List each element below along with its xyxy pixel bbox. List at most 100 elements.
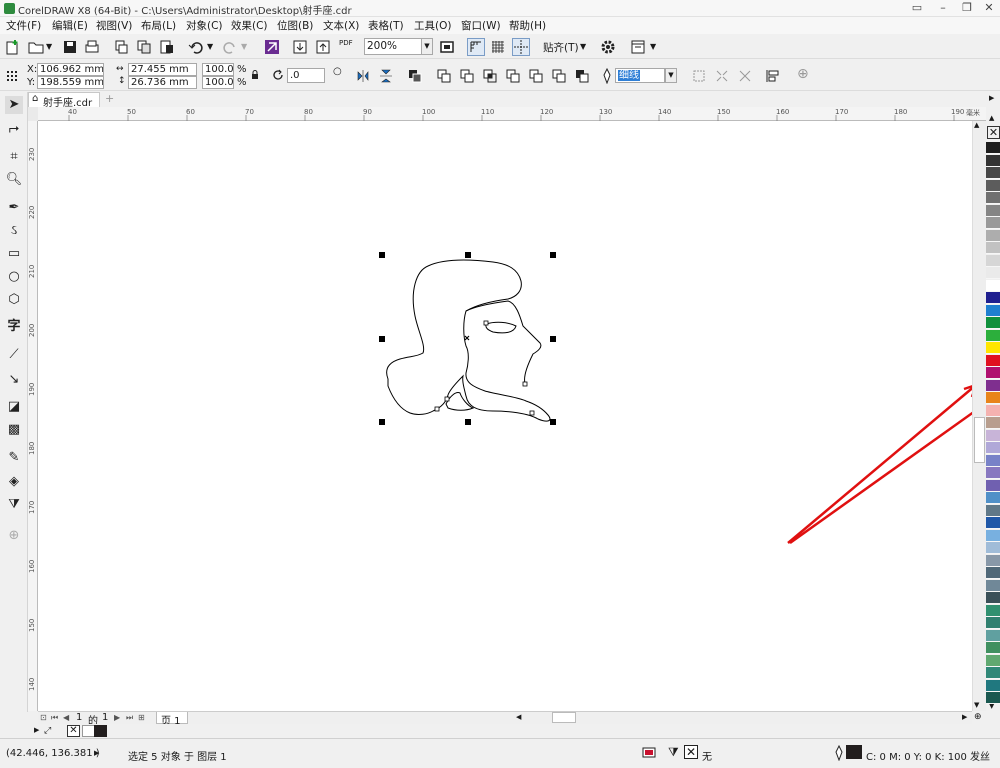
color-proofing-icon[interactable] (642, 747, 656, 759)
add-tool-icon[interactable]: ⊕ (5, 527, 23, 545)
eyedropper-icon[interactable]: ⤢ (44, 726, 51, 736)
menu-file[interactable]: 文件(F) (6, 18, 41, 33)
menu-window[interactable]: 窗口(W) (461, 18, 501, 33)
show-guidelines-icon[interactable] (512, 38, 530, 56)
palette-swatch[interactable] (986, 554, 1000, 567)
previous-page-icon[interactable]: ◀ (63, 713, 69, 722)
connector-tool-icon[interactable]: ↘ (5, 371, 23, 389)
back-minus-front-icon[interactable] (551, 68, 567, 84)
palette-swatch[interactable] (986, 279, 1000, 292)
save-icon[interactable] (62, 39, 78, 55)
page-tab[interactable]: 页 1 (156, 712, 188, 727)
palette-swatch[interactable] (986, 667, 1000, 679)
new-document-icon[interactable] (5, 39, 21, 55)
menu-object[interactable]: 对象(C) (186, 18, 223, 33)
document-tab[interactable]: ⌂ 射手座.cdr (28, 92, 100, 109)
redo-dropdown-chevron-icon[interactable]: ▼ (241, 42, 247, 51)
export-icon[interactable] (315, 39, 331, 55)
palette-swatch[interactable] (986, 142, 1000, 154)
menu-bitmaps[interactable]: 位图(B) (277, 18, 313, 33)
palette-swatch[interactable] (986, 167, 1000, 179)
transparency-tool-icon[interactable]: ▩ (5, 421, 23, 439)
scale-y-field[interactable]: 100.0 (202, 76, 234, 89)
selection-handle-top-right[interactable] (550, 252, 556, 258)
break-apart-icon[interactable] (714, 68, 730, 84)
align-distribute-icon[interactable] (765, 68, 781, 84)
no-color-swatch-icon[interactable]: ✕ (987, 126, 1000, 139)
polygon-tool-icon[interactable]: ⬡ (5, 291, 23, 309)
menu-tools[interactable]: 工具(O) (414, 18, 451, 33)
palette-swatch[interactable] (986, 367, 1000, 379)
palette-swatch[interactable] (986, 292, 1000, 304)
x-position-field[interactable]: 106.962 mm (37, 63, 104, 76)
object-origin-icon[interactable] (5, 69, 19, 83)
menu-text[interactable]: 文本(X) (323, 18, 359, 33)
add-page-icon[interactable]: ⊞ (138, 713, 145, 722)
horizontal-ruler[interactable]: 40 50 60 70 80 90 100 110 120 130 140 15… (38, 107, 988, 121)
palette-swatch[interactable] (986, 529, 1000, 542)
launcher-dropdown-chevron-icon[interactable]: ▼ (650, 42, 656, 51)
scale-x-field[interactable]: 100.0 (202, 63, 234, 76)
go-to-first-page-icon[interactable]: ⏮ (51, 713, 58, 723)
close-icon[interactable]: ✕ (980, 1, 998, 15)
parallel-dimension-tool-icon[interactable]: ⟋ (5, 346, 23, 364)
palette-swatch[interactable] (986, 229, 1000, 242)
undo-icon[interactable] (188, 39, 204, 55)
crop-tool-icon[interactable]: ⌗ (5, 148, 23, 166)
palette-swatch[interactable] (986, 254, 1000, 267)
snap-dropdown-chevron-icon[interactable]: ▼ (580, 42, 586, 51)
simplify-icon[interactable] (505, 68, 521, 84)
create-boundary-icon[interactable] (574, 68, 590, 84)
menu-layout[interactable]: 布局(L) (141, 18, 176, 33)
redo-icon[interactable] (222, 39, 238, 55)
palette-swatch[interactable] (986, 692, 1000, 704)
show-rulers-icon[interactable] (467, 38, 485, 56)
palette-swatch[interactable] (986, 329, 1000, 342)
zoom-level-field[interactable]: 200% (364, 38, 422, 55)
palette-swatch[interactable] (986, 604, 1000, 617)
palette-scroll-up-icon[interactable]: ▲ (989, 114, 994, 122)
front-minus-back-icon[interactable] (528, 68, 544, 84)
shape-tool-icon[interactable]: ⮣ (5, 120, 23, 138)
palette-swatch[interactable] (986, 217, 1000, 229)
palette-swatch[interactable] (986, 467, 1000, 479)
palette-flyout-arrow-icon[interactable]: ▶ (989, 94, 994, 102)
full-screen-preview-icon[interactable] (439, 39, 455, 55)
palette-swatch[interactable] (986, 304, 1000, 317)
text-wrap-icon[interactable] (691, 68, 707, 84)
palette-swatch[interactable] (986, 517, 1000, 529)
no-color-swatch-icon[interactable]: ✕ (67, 725, 80, 737)
restore-down-icon[interactable]: ▭ (908, 1, 926, 15)
selection-handle-left[interactable] (379, 336, 385, 342)
outline-color-swatch[interactable] (846, 745, 862, 759)
next-page-icon[interactable]: ▶ (114, 713, 120, 722)
selection-handle-top[interactable] (465, 252, 471, 258)
intersect-icon[interactable] (482, 68, 498, 84)
selection-handle-bottom[interactable] (465, 419, 471, 425)
palette-swatch[interactable] (986, 567, 1000, 579)
paste-icon[interactable] (159, 39, 175, 55)
palette-swatch[interactable] (986, 617, 1000, 629)
palette-swatch[interactable] (986, 404, 1000, 417)
go-to-last-page-icon[interactable]: ⏭ (126, 713, 133, 723)
lock-ratio-icon[interactable] (251, 70, 259, 80)
menu-edit[interactable]: 编辑(E) (52, 18, 88, 33)
palette-swatch[interactable] (986, 479, 1000, 492)
mirror-horizontal-icon[interactable] (356, 68, 372, 84)
horizontal-scroll-thumb[interactable] (552, 712, 576, 723)
export-pdf-icon[interactable]: PDF (339, 39, 353, 47)
zoom-dropdown-chevron-icon[interactable]: ▼ (421, 38, 433, 55)
freehand-tool-icon[interactable]: ✒ (5, 199, 23, 217)
rectangle-tool-icon[interactable]: ▭ (5, 245, 23, 263)
palette-swatch[interactable] (986, 442, 1000, 454)
artistic-media-tool-icon[interactable]: ઽ (5, 222, 23, 240)
status-expand-arrow-icon[interactable]: ▶ (94, 749, 99, 757)
palette-swatch[interactable] (986, 342, 1000, 354)
selection-handle-top-left[interactable] (379, 252, 385, 258)
ruler-origin[interactable] (28, 107, 38, 121)
menu-view[interactable]: 视图(V) (96, 18, 132, 33)
pick-tool-icon[interactable]: ➤ (5, 96, 23, 114)
palette-swatch[interactable] (986, 592, 1000, 604)
palette-swatch[interactable] (986, 429, 1000, 442)
menu-help[interactable]: 帮助(H) (509, 18, 546, 33)
